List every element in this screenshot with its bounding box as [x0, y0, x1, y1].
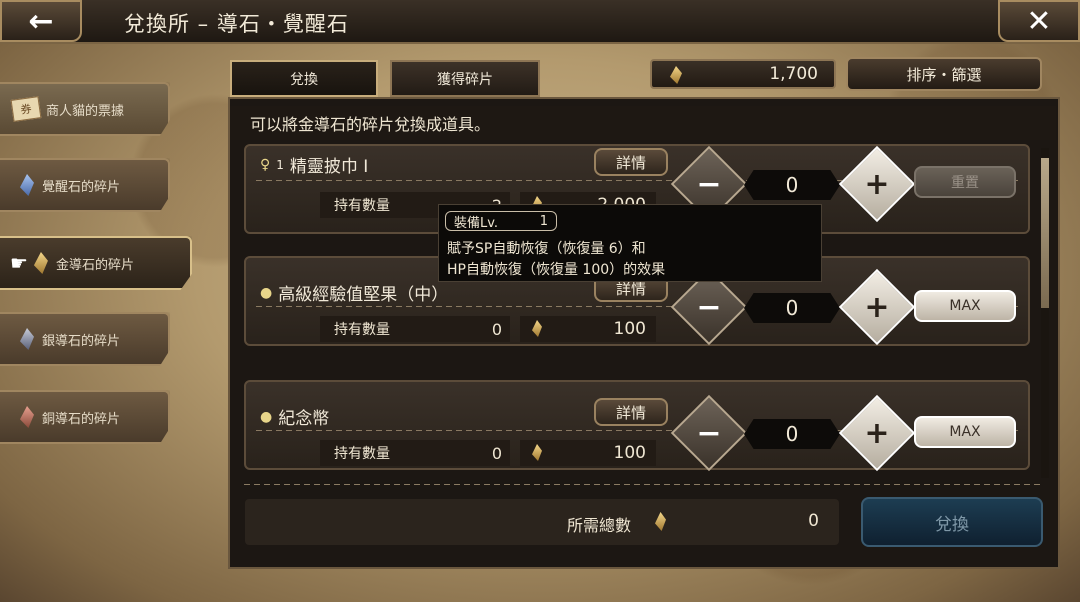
plus-icon: + [864, 415, 890, 451]
back-button[interactable]: ← [0, 0, 82, 42]
sidebar-item-gold-shard[interactable]: ☛ 金導石的碎片 [0, 236, 192, 290]
item-tooltip: 裝備Lv. 1 賦予SP自動恢復（恢復量 6）和 HP自動恢復（恢復量 100）… [438, 204, 822, 282]
cost-value: 100 [613, 319, 646, 339]
cost-value-box: 100 [520, 440, 656, 466]
gold-shard-icon [33, 252, 48, 274]
equip-level-label: 裝備Lv. [454, 215, 499, 231]
total-value: 0 [808, 511, 819, 531]
detail-label: 詳情 [615, 153, 646, 172]
quantity-field: 0 [744, 293, 840, 323]
gold-shard-icon [670, 66, 682, 84]
item-name-row: ● 紀念幣 [260, 404, 330, 430]
equip-level-badge: 裝備Lv. 1 [445, 211, 557, 231]
cost-value-box: 100 [520, 316, 656, 342]
item-name-row: ♀ 1 精靈披巾 I [260, 152, 369, 178]
tooltip-line-2: HP自動恢復（恢復量 100）的效果 [447, 262, 666, 278]
reset-button[interactable]: 重置 [914, 166, 1016, 198]
minus-icon: − [696, 415, 722, 451]
page-title: 兌換所 – 導石・覺醒石 [124, 12, 349, 36]
owned-value: 0 [491, 443, 502, 463]
gold-shard-icon [532, 320, 542, 337]
total-bar: 所需總數 0 [245, 499, 839, 545]
ticket-icon: 券 [10, 96, 42, 122]
silver-shard-icon [20, 328, 34, 350]
item-name-row: ● 高級經驗值堅果（中） [260, 280, 449, 306]
tab-label: 獲得碎片 [437, 71, 493, 88]
item-name: 紀念幣 [278, 409, 330, 429]
coin-icon: ● [260, 408, 273, 425]
awakening-shard-icon [20, 174, 34, 196]
plus-icon: + [864, 166, 890, 202]
total-label: 所需總數 [567, 516, 632, 535]
item-name: 精靈披巾 I [289, 157, 369, 177]
tab-obtain-shards[interactable]: 獲得碎片 [390, 60, 540, 97]
gender-icon: ♀ [260, 156, 271, 173]
minus-icon: − [696, 289, 722, 325]
gold-shard-icon [655, 512, 666, 531]
description: 可以將金導石的碎片兌換成道具。 [230, 106, 1056, 140]
exchange-label: 兌換 [935, 514, 969, 535]
currency-value: 1,700 [769, 64, 818, 84]
owned-value: 0 [491, 319, 502, 339]
sidebar-item-label: 金導石的碎片 [55, 257, 134, 273]
max-button[interactable]: MAX [914, 290, 1016, 322]
quantity-field: 0 [744, 419, 840, 449]
max-button[interactable]: MAX [914, 416, 1016, 448]
sidebar-item-awakening-shard[interactable]: 覺醒石的碎片 [0, 158, 170, 212]
close-button[interactable]: ✕ [998, 0, 1080, 42]
pointer-hand-icon: ☛ [10, 251, 28, 275]
exchange-button[interactable]: 兌換 [861, 497, 1043, 547]
sidebar-item-label: 銅導石的碎片 [42, 411, 121, 427]
detail-button[interactable]: 詳情 [594, 148, 668, 176]
sidebar-item-bronze-shard[interactable]: 銅導石的碎片 [0, 390, 170, 444]
sidebar-item-label: 覺醒石的碎片 [42, 179, 121, 195]
sidebar-item-label: 銀導石的碎片 [42, 333, 121, 349]
item-name: 高級經驗值堅果（中） [278, 285, 449, 305]
bronze-shard-icon [20, 406, 34, 428]
tab-label: 兌換 [290, 71, 318, 88]
sort-filter-label: 排序・篩選 [906, 65, 982, 84]
list-item: ● 紀念幣 詳情 持有數量 0 100 [244, 380, 1030, 470]
plus-icon: + [864, 289, 890, 325]
top-bar: ← 兌換所 – 導石・覺醒石 ✕ [0, 0, 1080, 44]
tooltip-line-1: 賦予SP自動恢復（恢復量 6）和 [447, 241, 646, 257]
cost-value: 100 [613, 443, 646, 463]
currency-display: 1,700 [650, 59, 836, 89]
detail-button[interactable]: 詳情 [594, 398, 668, 426]
sort-filter-button[interactable]: 排序・篩選 [846, 57, 1042, 91]
sidebar-item-silver-shard[interactable]: 銀導石的碎片 [0, 312, 170, 366]
sidebar-item-merchant-ticket[interactable]: 券 商人貓的票據 [0, 82, 170, 136]
quantity-field: 0 [744, 170, 840, 200]
sidebar-item-label: 商人貓的票據 [46, 103, 125, 119]
item-level: 1 [276, 157, 284, 172]
minus-icon: − [696, 166, 722, 202]
gold-shard-icon [532, 444, 542, 461]
detail-label: 詳情 [615, 403, 646, 422]
scrollbar-thumb[interactable] [1041, 158, 1049, 308]
nut-icon: ● [260, 284, 273, 301]
divider [244, 484, 1044, 485]
back-arrow-icon: ← [28, 3, 54, 39]
tab-exchange[interactable]: 兌換 [230, 60, 378, 97]
close-icon: ✕ [1026, 3, 1052, 39]
equip-level-value: 1 [539, 213, 548, 229]
